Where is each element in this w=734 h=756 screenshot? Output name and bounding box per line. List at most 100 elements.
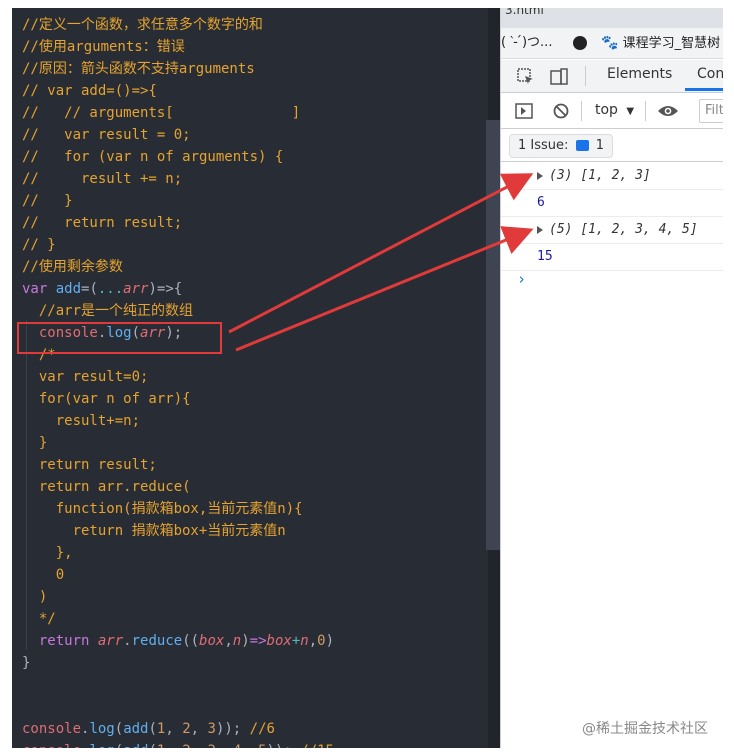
bookmark-item[interactable]: ( ‵- ́)つ... <box>501 28 552 58</box>
code-token: )=>{ <box>148 281 183 297</box>
issue-message-icon <box>575 140 589 151</box>
code-line: // result += n; <box>22 168 182 190</box>
indent-guide <box>26 320 27 650</box>
code-token: //使用剩余参数 <box>22 259 123 275</box>
code-token: return arr.reduce( <box>22 479 191 495</box>
code-token: // } <box>22 193 73 209</box>
code-line: }, <box>22 542 73 564</box>
chrome-globe-icon <box>573 36 587 50</box>
watermark: @稀土掘金技术社区 <box>582 721 708 737</box>
code-token: // var add=()=>{ <box>22 83 157 99</box>
editor-scrollbar[interactable] <box>486 120 500 550</box>
code-token: . <box>123 633 132 649</box>
toolbar-separator <box>645 101 646 121</box>
code-token: //arr是一个纯正的数组 <box>22 303 194 319</box>
tab-elements[interactable]: Elements <box>607 66 672 82</box>
console-row[interactable]: (5) [1, 2, 3, 4, 5] <box>501 217 723 244</box>
context-selector[interactable]: top ▼ <box>595 102 634 118</box>
code-line: //定义一个函数，求任意多个数字的和 <box>22 14 263 36</box>
code-line: // } <box>22 190 73 212</box>
code-line: // var add=()=>{ <box>22 80 157 102</box>
active-tab-indicator <box>685 88 723 91</box>
code-token: add <box>55 281 82 297</box>
code-token: box <box>199 633 225 649</box>
code-token: ... <box>97 281 124 297</box>
baidu-paw-icon: 🐾 <box>601 35 619 51</box>
code-line: console.log(add(1, 2, 3, 4, 5)); //15 <box>22 740 334 748</box>
inspect-element-icon[interactable] <box>517 68 535 86</box>
code-token: // // arguments[ ] <box>22 105 301 121</box>
code-token: n <box>300 633 309 649</box>
code-token: , <box>191 743 208 748</box>
code-line: // } <box>22 234 56 256</box>
code-token: , <box>216 743 233 748</box>
code-token: //定义一个函数，求任意多个数字的和 <box>22 17 263 33</box>
code-token: ( <box>114 721 124 737</box>
code-token: arr <box>97 633 124 649</box>
code-token: box <box>266 633 292 649</box>
highlight-box <box>17 322 222 354</box>
code-token: // result += n; <box>22 171 183 187</box>
code-editor[interactable]: //定义一个函数，求任意多个数字的和 //使用arguments：错误 //原因：箭… <box>12 8 500 748</box>
code-token: 2 <box>182 721 191 737</box>
code-token: 0 <box>22 567 65 583</box>
code-token: var <box>22 281 56 297</box>
code-token: result+=n; <box>22 413 141 429</box>
code-line: var add=(...arr)=>{ <box>22 278 182 300</box>
console-row: 6 <box>501 190 723 217</box>
code-token: */ <box>22 611 56 627</box>
code-token: ) <box>241 633 250 649</box>
expand-triangle-icon[interactable] <box>537 225 543 234</box>
code-line: return 捐款箱box+当前元素值n <box>22 520 286 542</box>
code-token: //原因：箭头函数不支持arguments <box>22 61 255 77</box>
code-token: 2 <box>182 743 190 748</box>
tab-separator <box>585 66 586 86</box>
clear-console-icon[interactable] <box>553 103 569 119</box>
console-prompt[interactable]: › <box>517 270 526 288</box>
code-token: reduce <box>131 633 183 649</box>
bookmark-item[interactable]: 🐾 课程学习_智慧树 <box>601 28 723 59</box>
code-line: return result; <box>22 454 157 476</box>
sidebar-toggle-icon[interactable] <box>515 103 533 119</box>
code-token: + <box>291 633 301 649</box>
code-token: // var result = 0; <box>22 127 191 143</box>
expand-triangle-icon[interactable] <box>537 171 543 180</box>
code-token: }, <box>22 545 73 561</box>
code-token: return result; <box>22 457 157 473</box>
code-token: , <box>190 721 208 737</box>
code-token: , <box>224 633 233 649</box>
code-token: , <box>308 633 318 649</box>
code-token: log <box>89 721 115 737</box>
device-toolbar-icon[interactable] <box>549 67 569 87</box>
code-line: //使用剩余参数 <box>22 256 123 278</box>
bookmarks-bar: ( ‵- ́)つ... 🐾 课程学习_智慧树 <box>501 28 723 59</box>
code-token: // return result; <box>22 215 183 231</box>
issues-button[interactable]: 1 Issue: 1 <box>509 134 613 158</box>
code-token: for(var n of arr){ <box>22 391 191 407</box>
console-row[interactable]: (3) [1, 2, 3] <box>501 163 723 190</box>
code-token: //6 <box>249 721 275 737</box>
browser-tab-title[interactable]: 3.html <box>501 8 723 28</box>
devtools-panel: 3.html ( ‵- ́)つ... 🐾 课程学习_智慧树 Elements C… <box>500 8 723 748</box>
code-line: // return result; <box>22 212 182 234</box>
code-line: for(var n of arr){ <box>22 388 191 410</box>
code-token: arr <box>123 281 149 297</box>
code-line: //arr是一个纯正的数组 <box>22 300 193 322</box>
code-token: function(捐款箱box,当前元素值n){ <box>22 501 303 517</box>
code-token: // } <box>22 237 56 253</box>
code-token: ( <box>115 743 123 748</box>
tab-console[interactable]: Con <box>697 66 723 82</box>
code-line: //原因：箭头函数不支持arguments <box>22 58 255 80</box>
issues-bar: 1 Issue: 1 <box>501 129 723 162</box>
toolbar-separator <box>581 101 582 121</box>
eye-icon[interactable] <box>657 103 679 119</box>
console-row: 15 <box>501 244 723 271</box>
filter-input[interactable]: Filt <box>699 99 723 123</box>
code-line: // for (var n of arguments) { <box>22 146 283 168</box>
code-token: 3 <box>208 743 216 748</box>
code-line: } <box>22 652 30 674</box>
code-token: log <box>89 743 114 748</box>
code-line: function(捐款箱box,当前元素值n){ <box>22 498 303 520</box>
code-line: console.log(add(1, 2, 3)); //6 <box>22 718 275 740</box>
code-line: result+=n; <box>22 410 140 432</box>
